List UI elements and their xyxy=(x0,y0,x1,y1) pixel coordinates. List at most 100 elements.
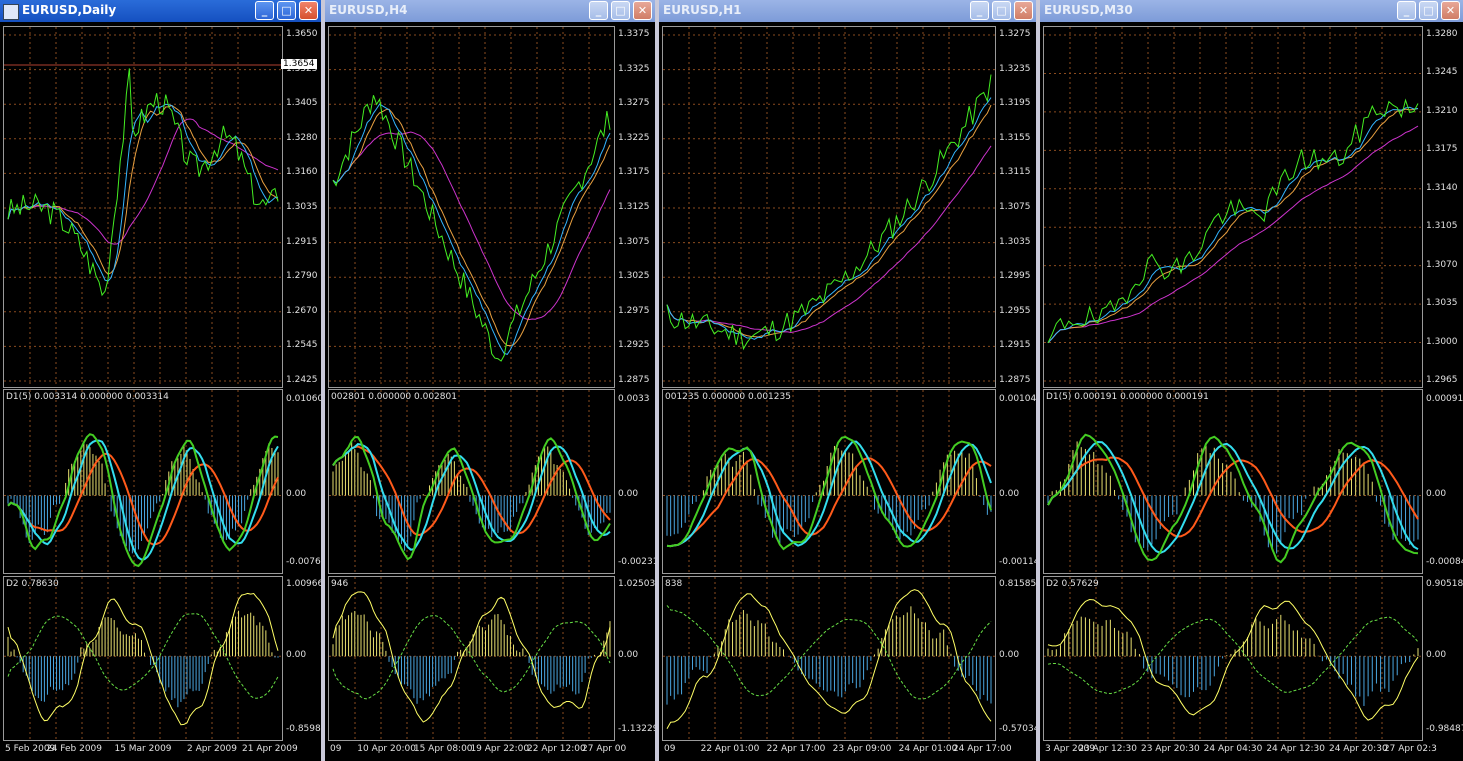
maximize-button[interactable]: □ xyxy=(992,1,1011,20)
window-titlebar[interactable]: EURUSD,Daily _ □ ✕ xyxy=(0,0,321,22)
chart-window-4[interactable]: EURUSD,M30 _ □ ✕ 1.3280 1.3245 1.3210 1.3175 1.3… xyxy=(1040,0,1463,761)
time-tick: 24 Apr 12:30 xyxy=(1266,744,1325,754)
indicator-d2-pane[interactable]: D2 0.57629 xyxy=(1043,576,1423,741)
time-tick: 15 Mar 2009 xyxy=(114,744,172,754)
d2-dashed-line xyxy=(666,605,992,700)
indicator-tick: 0.001046 xyxy=(999,394,1036,404)
price-tick: 1.3275 xyxy=(999,29,1031,39)
window-titlebar[interactable]: EURUSD,M30 _ □ ✕ xyxy=(1040,0,1463,22)
price-tick: 1.3245 xyxy=(1426,67,1458,78)
close-button[interactable]: ✕ xyxy=(633,1,652,20)
d1-mid-line xyxy=(666,440,992,548)
price-tick: 1.3280 xyxy=(1426,29,1458,39)
price-tick: 1.3075 xyxy=(618,236,650,247)
close-button[interactable]: ✕ xyxy=(1441,1,1460,20)
maximize-button[interactable]: □ xyxy=(611,1,630,20)
price-chart-pane[interactable] xyxy=(1043,26,1423,388)
window-splitter[interactable] xyxy=(655,0,659,761)
indicator-d1-pane[interactable]: D1(5) 0.000191 0.000000 0.000191 xyxy=(1043,389,1423,574)
maximize-button[interactable]: □ xyxy=(1419,1,1438,20)
indicator-label: 002801 0.000000 0.002801 xyxy=(331,392,457,402)
d2-dashed-line xyxy=(1047,616,1419,695)
price-tick: 1.3075 xyxy=(999,202,1031,212)
chart-window-icon xyxy=(3,4,19,20)
close-button[interactable]: ✕ xyxy=(299,1,318,20)
time-axis: 09 22 Apr 01:00 22 Apr 17:00 23 Apr 09:00 24… xyxy=(662,742,1036,761)
close-button[interactable]: ✕ xyxy=(1014,1,1033,20)
price-tick: 1.2915 xyxy=(999,340,1031,351)
indicator-tick: 0.00 xyxy=(1426,489,1447,500)
indicator-d2-pane[interactable]: 838 xyxy=(662,576,996,741)
price-tick: 1.3275 xyxy=(618,98,650,109)
price-tick: 1.2965 xyxy=(1426,375,1458,385)
price-tick: 1.2670 xyxy=(286,305,318,316)
indicator-tick: -0.00084 xyxy=(1426,557,1463,567)
ma-long-line xyxy=(1047,125,1419,344)
price-chart-pane[interactable] xyxy=(328,26,615,388)
indicator-tick: 0.00 xyxy=(618,489,639,500)
indicator-tick: 1.02503 xyxy=(618,579,655,589)
window-splitter[interactable] xyxy=(1036,0,1040,761)
window-titlebar[interactable]: EURUSD,H1 _ □ ✕ xyxy=(659,0,1036,22)
price-tick: 1.2545 xyxy=(286,340,318,351)
indicator-label: D2 0.78630 xyxy=(6,579,59,589)
indicator-tick: -0.57034 xyxy=(999,724,1036,734)
indicator-d1-pane[interactable]: 002801 0.000000 0.002801 xyxy=(328,389,615,574)
indicator-label: 838 xyxy=(665,579,683,589)
window-splitter[interactable] xyxy=(321,0,325,761)
price-tick: 1.3195 xyxy=(999,98,1031,109)
time-tick: 22 Apr 01:00 xyxy=(700,744,760,754)
time-tick: 22 Apr 17:00 xyxy=(766,744,826,754)
price-tick: 1.2975 xyxy=(618,305,650,316)
time-axis: 09 10 Apr 20:00 15 Apr 08:00 19 Apr 22:00 22… xyxy=(328,742,655,761)
minimize-button[interactable]: _ xyxy=(970,1,989,20)
price-tick: 1.3325 xyxy=(618,63,650,74)
price-line xyxy=(1047,98,1419,343)
price-tick: 1.3280 xyxy=(286,132,318,143)
price-tick: 1.3000 xyxy=(1426,336,1458,347)
price-chart-pane[interactable] xyxy=(662,26,996,388)
chart-window-1[interactable]: EURUSD,Daily_□✕1.36501.35251.34051.32801… xyxy=(0,0,321,761)
indicator-d2-pane[interactable]: D2 0.78630 xyxy=(3,576,283,741)
minimize-button[interactable]: _ xyxy=(589,1,608,20)
time-tick: 24 Apr 04:30 xyxy=(1203,744,1263,754)
price-tick: 1.2875 xyxy=(999,375,1031,385)
d2-dashed-line xyxy=(7,613,279,699)
indicator-label: 001235 0.000000 0.001235 xyxy=(665,392,791,402)
time-tick: 23 Apr 09:00 xyxy=(832,744,892,754)
d2-signal-line xyxy=(666,589,992,730)
time-tick: 2 Apr 2009 xyxy=(187,744,237,754)
indicator-d1-pane[interactable]: D1(5) 0.003314 0.000000 0.003314 xyxy=(3,389,283,574)
chart-window-3[interactable]: EURUSD,H1 _ □ ✕ 1.3275 1.3235 1.3195 1.3155 1.31… xyxy=(659,0,1036,761)
maximize-button[interactable]: □ xyxy=(277,1,296,20)
price-tick: 1.2925 xyxy=(618,340,650,351)
time-axis: 5 Feb 2009 24 Feb 2009 15 Mar 2009 2 Apr 20… xyxy=(3,742,321,761)
indicator-tick: 0.00 xyxy=(618,650,639,661)
indicator-tick: -0.85985 xyxy=(286,724,321,734)
time-tick: 27 Apr 02:3 xyxy=(1383,744,1437,754)
indicator-label: D1(5) 0.003314 0.000000 0.003314 xyxy=(6,392,169,402)
minimize-button[interactable]: _ xyxy=(1397,1,1416,20)
current-price-label: 1.3654 xyxy=(281,59,317,69)
indicator-tick: 0.00 xyxy=(999,489,1020,500)
indicator-tick: -1.13229 xyxy=(618,724,655,734)
window-titlebar[interactable]: EURUSD,H4 _ □ ✕ xyxy=(325,0,655,22)
price-tick: 1.2790 xyxy=(286,271,318,282)
minimize-button[interactable]: _ xyxy=(255,1,274,20)
price-tick: 1.3035 xyxy=(1426,298,1458,309)
indicator-tick: 0.00091 xyxy=(1426,394,1463,404)
indicator-d1-pane[interactable]: 001235 0.000000 0.001235 xyxy=(662,389,996,574)
chart-window-2[interactable]: EURUSD,H4 _ □ ✕ 1.3375 1.3325 1.3275 1.3225 1.31… xyxy=(325,0,655,761)
indicator-tick: -0.00114 xyxy=(999,557,1036,567)
price-tick: 1.2425 xyxy=(286,375,318,385)
price-chart-pane[interactable] xyxy=(3,26,283,388)
price-tick: 1.3025 xyxy=(618,271,650,282)
indicator-d2-pane[interactable]: 946 xyxy=(328,576,615,741)
price-tick: 1.3405 xyxy=(286,98,318,109)
d1-slow-line xyxy=(1047,456,1419,538)
indicator-tick: 0.010603 xyxy=(286,394,321,404)
time-tick: 22 Apr 12:00 xyxy=(527,744,586,754)
price-tick: 1.3175 xyxy=(1426,144,1458,155)
window-title: EURUSD,M30 xyxy=(1044,3,1133,17)
ma-short-line xyxy=(1047,106,1419,344)
